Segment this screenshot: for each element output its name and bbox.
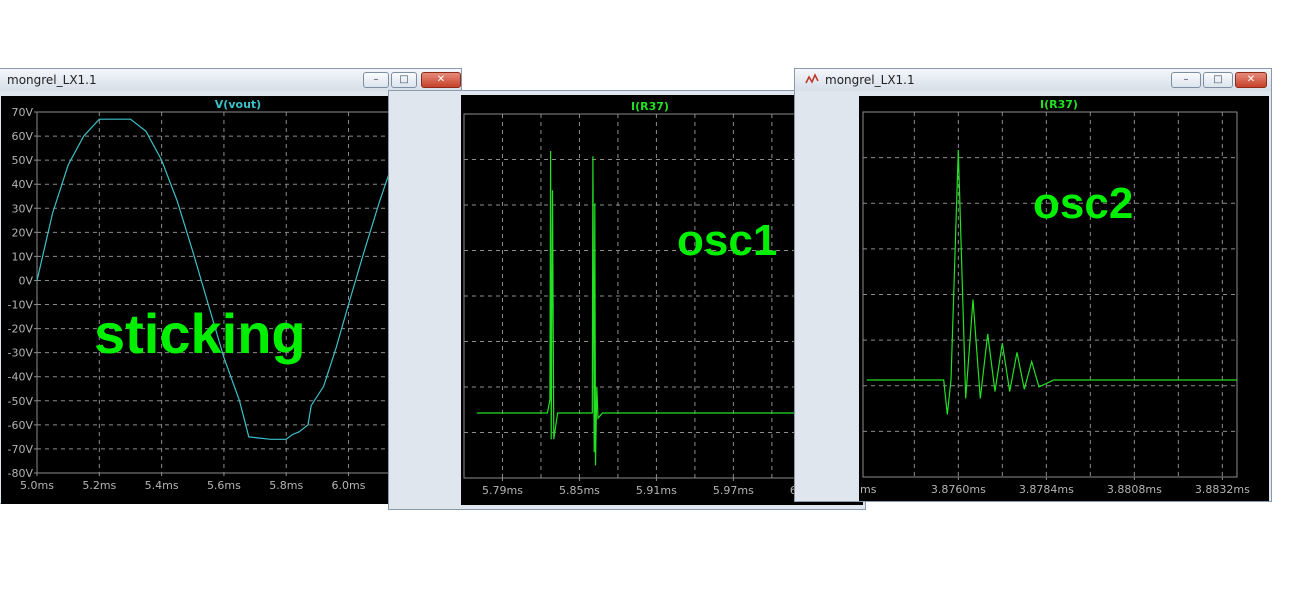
right-plot-window: mongrel_LX1.1 – □ ✕ I(R37) 3.8760ms 3.878… <box>794 68 1272 502</box>
left-x-tick-label: 5.4ms <box>145 479 179 492</box>
left-window-titlebar[interactable]: mongrel_LX1.1 – □ ✕ <box>0 69 461 91</box>
left-y-tick-label: 50V <box>11 154 33 167</box>
right-grid <box>863 112 1237 477</box>
right-x-tick-label-partial: ms <box>860 483 877 496</box>
close-button[interactable]: ✕ <box>1235 72 1267 88</box>
left-y-tick-label: -40V <box>8 371 34 384</box>
left-x-tick-label: 5.2ms <box>82 479 116 492</box>
right-x-tick-label: 3.8784ms <box>1019 483 1074 496</box>
osc1-annotation: osc1 <box>677 216 777 265</box>
left-x-tick-label: 5.8ms <box>269 479 303 492</box>
left-x-tick-label: 5.0ms <box>20 479 54 492</box>
left-x-axis-ticks: 5.0ms5.2ms5.4ms5.6ms5.8ms6.0ms6.2ms <box>20 473 428 492</box>
middle-x-tick-label: 5.79ms <box>482 484 523 497</box>
right-x-axis-ticks: 3.8760ms 3.8784ms 3.8808ms 3.8832ms ms <box>860 477 1250 496</box>
left-y-tick-label: -20V <box>8 323 34 336</box>
left-y-tick-label: 10V <box>11 250 33 263</box>
left-plot-frame <box>36 111 443 474</box>
left-x-tick-label: 6.0ms <box>332 479 366 492</box>
close-button[interactable]: ✕ <box>421 72 461 88</box>
left-y-tick-label: -30V <box>8 347 34 360</box>
middle-grid <box>464 114 836 478</box>
right-plot-svg: I(R37) 3.8760ms 3.8784ms 3.8808ms 3.8832ms m… <box>860 98 1250 496</box>
middle-x-axis-ticks: 5.79ms5.85ms5.91ms5.97ms6.03ms <box>482 478 831 497</box>
right-x-tick-label: 3.8760ms <box>931 483 986 496</box>
left-y-tick-label: -60V <box>8 419 34 432</box>
left-y-tick-label: -50V <box>8 395 34 408</box>
middle-x-tick-label: 5.97ms <box>713 484 754 497</box>
sticking-annotation: sticking <box>94 302 306 365</box>
left-y-tick-label: 60V <box>11 130 33 143</box>
left-y-tick-label: 0V <box>18 274 33 287</box>
left-grid <box>37 112 442 473</box>
right-window-title: mongrel_LX1.1 <box>825 73 915 87</box>
left-y-tick-label: -10V <box>8 299 34 312</box>
right-trace-label[interactable]: I(R37) <box>1040 98 1078 111</box>
waveform-icon <box>805 73 819 86</box>
left-y-tick-label: 40V <box>11 178 33 191</box>
right-plot-area[interactable]: I(R37) 3.8760ms 3.8784ms 3.8808ms 3.8832ms m… <box>859 96 1269 501</box>
osc2-annotation: osc2 <box>1033 179 1133 228</box>
left-vout-trace <box>36 118 442 440</box>
left-window-title: mongrel_LX1.1 <box>7 73 97 87</box>
maximize-button[interactable]: □ <box>391 72 417 88</box>
left-y-axis-ticks: 70V 60V 50V 40V 30V 20V 10V 0V -10V -20V -30V -40V -… <box>8 106 37 480</box>
right-x-tick-label: 3.8832ms <box>1195 483 1250 496</box>
right-window-titlebar[interactable]: mongrel_LX1.1 – □ ✕ <box>795 69 1271 91</box>
left-y-tick-label: 30V <box>11 202 33 215</box>
middle-x-tick-label: 5.85ms <box>559 484 600 497</box>
left-y-tick-label: 20V <box>11 226 33 239</box>
minimize-button[interactable]: – <box>363 72 389 88</box>
middle-trace-label[interactable]: I(R37) <box>631 100 669 113</box>
minimize-button[interactable]: – <box>1171 72 1201 88</box>
maximize-button[interactable]: □ <box>1203 72 1233 88</box>
left-x-tick-label: 5.6ms <box>207 479 241 492</box>
left-trace-label[interactable]: V(vout) <box>215 98 261 111</box>
left-y-tick-label: 70V <box>11 106 33 119</box>
left-y-tick-label: -70V <box>8 443 34 456</box>
middle-x-tick-label: 5.91ms <box>636 484 677 497</box>
right-x-tick-label: 3.8808ms <box>1107 483 1162 496</box>
